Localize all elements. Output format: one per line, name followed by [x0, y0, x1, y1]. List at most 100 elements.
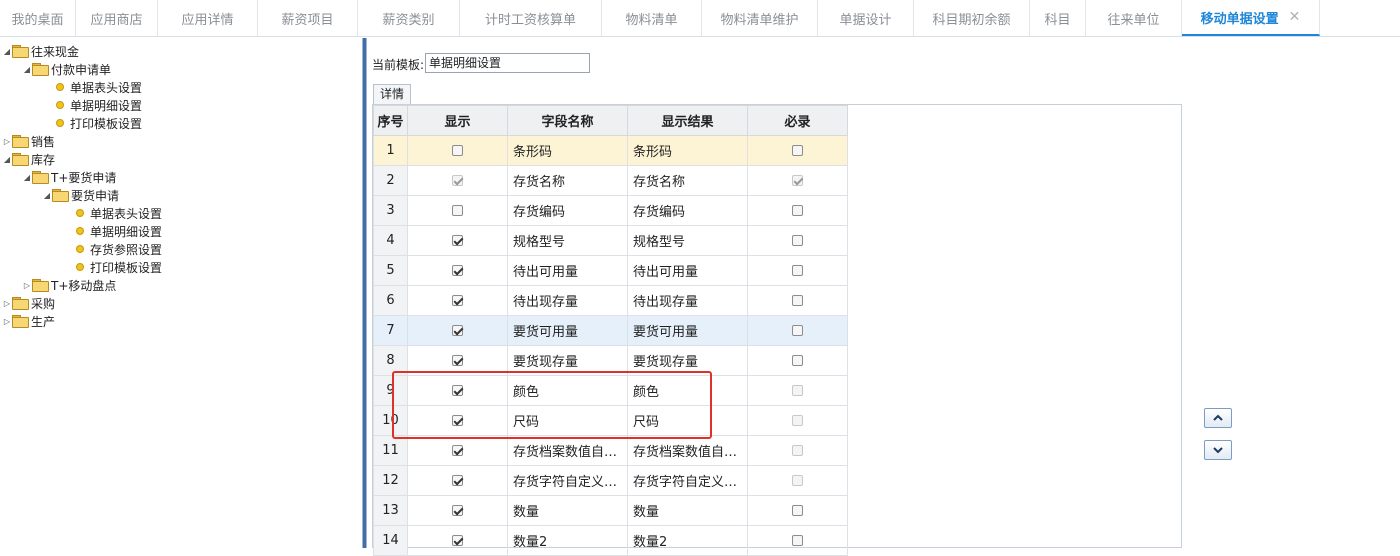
close-icon[interactable]: ✕ [1289, 9, 1301, 25]
tree-item[interactable]: 单据明细设置 [56, 96, 142, 114]
tree-item[interactable]: 打印模板设置 [76, 258, 162, 276]
row-index: 3 [373, 195, 408, 226]
template-input[interactable]: 单据明细设置 [425, 53, 590, 73]
show-checkbox[interactable] [452, 235, 463, 246]
required-checkbox[interactable] [792, 265, 803, 276]
tab-1[interactable]: 我的桌面 [0, 0, 76, 36]
display-result-cell[interactable]: 尺码 [627, 405, 748, 436]
tree-item[interactable]: 单据表头设置 [56, 78, 142, 96]
tree-item[interactable]: 单据表头设置 [76, 204, 162, 222]
table-row[interactable]: 4 规格型号 规格型号 [373, 225, 848, 256]
collapse-arrow-icon[interactable]: ◢ [2, 47, 12, 56]
display-result-cell[interactable]: 存货档案数值自… [627, 435, 748, 466]
display-result-cell[interactable]: 存货名称 [627, 165, 748, 196]
show-checkbox[interactable] [452, 385, 463, 396]
expand-arrow-icon[interactable]: ▷ [2, 317, 12, 326]
required-checkbox[interactable] [792, 145, 803, 156]
tab-details[interactable]: 详情 [373, 84, 411, 104]
tab-2[interactable]: 应用商店 [76, 0, 158, 36]
required-checkbox [792, 475, 803, 486]
required-checkbox[interactable] [792, 355, 803, 366]
table-row[interactable]: 2 存货名称 存货名称 [373, 165, 848, 196]
table-row[interactable]: 1 条形码 条形码 [373, 135, 848, 166]
template-label: 当前模板: [372, 58, 425, 72]
show-checkbox[interactable] [452, 505, 463, 516]
show-checkbox[interactable] [452, 145, 463, 156]
show-checkbox[interactable] [452, 295, 463, 306]
tab-label: 移动单据设置 [1200, 11, 1279, 27]
required-checkbox[interactable] [792, 235, 803, 246]
required-checkbox[interactable] [792, 505, 803, 516]
display-result-cell[interactable]: 数量2 [627, 525, 748, 556]
table-row[interactable]: 14 数量2 数量2 [373, 525, 848, 556]
tab-6[interactable]: 计时工资核算单 [460, 0, 602, 36]
tab-7[interactable]: 物料清单 [602, 0, 702, 36]
display-result-cell[interactable]: 存货编码 [627, 195, 748, 226]
expand-arrow-icon[interactable]: ▷ [22, 281, 32, 290]
required-checkbox[interactable] [792, 205, 803, 216]
table-row[interactable]: 10 尺码 尺码 [373, 405, 848, 436]
display-result-cell[interactable]: 待出现存量 [627, 285, 748, 316]
table-row[interactable]: 11 存货档案数值自… 存货档案数值自… [373, 435, 848, 466]
display-result-cell[interactable]: 存货字符自定义… [627, 465, 748, 496]
table-row[interactable]: 13 数量 数量 [373, 495, 848, 526]
show-checkbox[interactable] [452, 355, 463, 366]
tree-folder[interactable]: ◢ 要货申请 [42, 186, 119, 204]
move-down-button[interactable] [1204, 440, 1232, 460]
bullet-icon [56, 83, 64, 91]
show-checkbox[interactable] [452, 535, 463, 546]
collapse-arrow-icon[interactable]: ◢ [22, 65, 32, 74]
tab-4[interactable]: 薪资项目 [258, 0, 358, 36]
tab-12[interactable]: 往来单位 [1086, 0, 1182, 36]
table-row[interactable]: 3 存货编码 存货编码 [373, 195, 848, 226]
table-row[interactable]: 9 颜色 颜色 [373, 375, 848, 406]
collapse-arrow-icon[interactable]: ◢ [42, 191, 52, 200]
tab-8[interactable]: 物料清单维护 [702, 0, 818, 36]
show-checkbox[interactable] [452, 325, 463, 336]
expand-arrow-icon[interactable]: ▷ [2, 137, 12, 146]
tab-5[interactable]: 薪资类别 [358, 0, 460, 36]
display-result-cell[interactable]: 规格型号 [627, 225, 748, 256]
display-result-cell[interactable]: 要货现存量 [627, 345, 748, 376]
tree-item[interactable]: 打印模板设置 [56, 114, 142, 132]
collapse-arrow-icon[interactable]: ◢ [22, 173, 32, 182]
required-checkbox[interactable] [792, 325, 803, 336]
tree-folder[interactable]: ▷ 销售 [2, 132, 55, 150]
table-row[interactable]: 6 待出现存量 待出现存量 [373, 285, 848, 316]
show-checkbox[interactable] [452, 475, 463, 486]
required-checkbox[interactable] [792, 295, 803, 306]
tree-folder[interactable]: ◢ 付款申请单 [22, 60, 111, 78]
folder-icon [12, 135, 29, 148]
expand-arrow-icon[interactable]: ▷ [2, 299, 12, 308]
tree-item[interactable]: 存货参照设置 [76, 240, 162, 258]
show-checkbox[interactable] [452, 205, 463, 216]
tab-9[interactable]: 单据设计 [818, 0, 914, 36]
tab-3[interactable]: 应用详情 [158, 0, 258, 36]
tab-11[interactable]: 科目 [1030, 0, 1086, 36]
show-checkbox[interactable] [452, 445, 463, 456]
tab-10[interactable]: 科目期初余额 [914, 0, 1030, 36]
display-result-cell[interactable]: 待出可用量 [627, 255, 748, 286]
tab-13[interactable]: 移动单据设置 ✕ [1182, 0, 1320, 36]
row-index: 5 [373, 255, 408, 286]
display-result-cell[interactable]: 数量 [627, 495, 748, 526]
tree-folder[interactable]: ◢ T+要货申请 [22, 168, 116, 186]
display-result-cell[interactable]: 颜色 [627, 375, 748, 406]
tree-folder[interactable]: ▷ 采购 [2, 294, 55, 312]
table-row[interactable]: 8 要货现存量 要货现存量 [373, 345, 848, 376]
tree-folder[interactable]: ◢ 库存 [2, 150, 55, 168]
collapse-arrow-icon[interactable]: ◢ [2, 155, 12, 164]
tree-folder[interactable]: ▷ 生产 [2, 312, 55, 330]
table-row[interactable]: 7 要货可用量 要货可用量 [373, 315, 848, 346]
table-row[interactable]: 12 存货字符自定义… 存货字符自定义… [373, 465, 848, 496]
show-checkbox[interactable] [452, 265, 463, 276]
display-result-cell[interactable]: 要货可用量 [627, 315, 748, 346]
tree-folder[interactable]: ◢ 往来现金 [2, 42, 79, 60]
tree-folder[interactable]: ▷ T+移动盘点 [22, 276, 116, 294]
table-row[interactable]: 5 待出可用量 待出可用量 [373, 255, 848, 286]
required-checkbox[interactable] [792, 535, 803, 546]
display-result-cell[interactable]: 条形码 [627, 135, 748, 166]
tree-item[interactable]: 单据明细设置 [76, 222, 162, 240]
move-up-button[interactable] [1204, 408, 1232, 428]
show-checkbox[interactable] [452, 415, 463, 426]
